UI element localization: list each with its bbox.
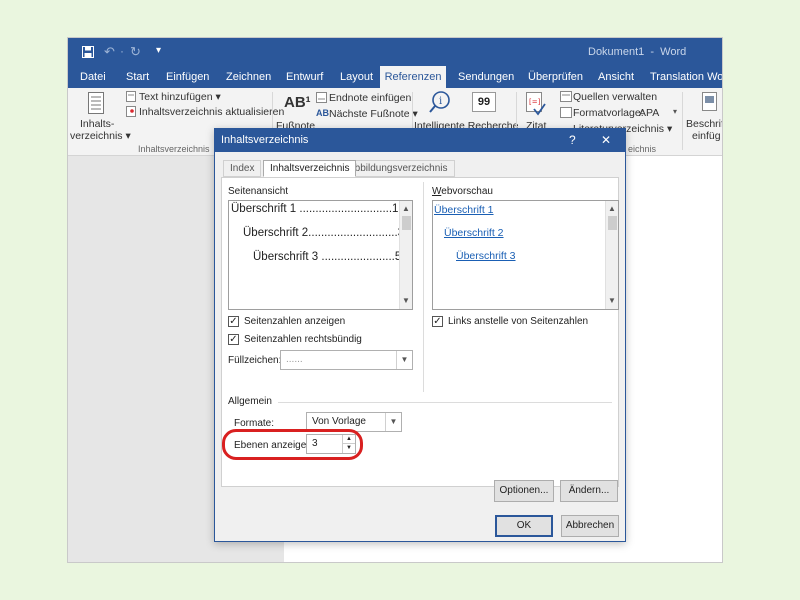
save-icon[interactable] [82,46,94,58]
help-button[interactable]: ? [569,133,576,147]
citations-group-label: eichnis [628,144,657,154]
toc-dialog: Inhaltsverzeichnis ? ✕ Index Inhaltsverz… [214,128,626,542]
insert-caption-button[interactable]: Beschrift [686,118,722,130]
qat-separator: · [120,44,124,58]
next-footnote-icon: AB [316,108,329,118]
smart-lookup-icon: i [429,91,450,113]
web-preview-box: Überschrift 1 Überschrift 2 Überschrift … [432,200,619,310]
show-page-numbers-checkbox[interactable]: ✓ [228,316,239,327]
add-text-button[interactable]: Text hinzufügen ▾ [139,91,221,103]
tab-inhaltsverzeichnis[interactable]: Inhaltsverzeichnis [263,160,357,177]
tab-zeichnen[interactable]: Zeichnen [226,66,271,88]
dialog-title-bar: Inhaltsverzeichnis ? ✕ [215,129,625,152]
redo-icon[interactable]: ↻ [130,44,141,60]
scroll-thumb[interactable] [608,216,617,230]
citation-icon: [=] [526,92,546,116]
tab-referenzen[interactable]: Referenzen [380,66,446,88]
tab-entwurf[interactable]: Entwurf [286,66,323,88]
tab-translation-work[interactable]: Translation Work [650,66,722,88]
insert-caption-button-line2: einfüg [692,130,721,142]
tab-abbildungsverzeichnis[interactable]: Abbildungsverzeichnis [341,160,455,177]
print-preview-box: Überschrift 1 ..........................… [228,200,413,310]
use-hyperlinks-checkbox[interactable]: ✓ [432,316,443,327]
preview-heading-3: Überschrift 3 .......................5 [253,251,402,263]
scroll-up-icon[interactable]: ▲ [400,203,412,215]
scroll-down-icon[interactable]: ▼ [400,295,412,307]
modify-button[interactable]: Ändern... [560,480,618,502]
cancel-button[interactable]: Abbrechen [561,515,619,537]
annotation-highlight [222,429,363,460]
customize-qat-icon[interactable]: ▾ [156,45,161,56]
endnote-icon [316,92,327,103]
formats-label: Formate: [234,418,275,429]
svg-text:i: i [439,96,442,107]
options-button[interactable]: Optionen... [494,480,554,502]
tab-index[interactable]: Index [223,160,262,177]
formats-value: Von Vorlage [312,416,366,427]
ribbon-separator [682,92,683,150]
toc-group-label: Inhaltsverzeichnis [138,144,210,154]
add-text-icon [126,91,136,102]
web-preview-link-2[interactable]: Überschrift 2 [444,227,504,239]
undo-icon[interactable]: ↶ [104,44,115,60]
update-toc-button[interactable]: Inhaltsverzeichnis aktualisieren [139,106,284,118]
tab-leader-label: Füllzeichen: [228,355,282,366]
ok-button[interactable]: OK [495,515,553,537]
tab-ueberpruefen[interactable]: Überprüfen [528,66,583,88]
toc-icon [88,92,104,114]
web-preview-label: Webvorschau [432,186,493,197]
close-button[interactable]: ✕ [601,133,611,147]
citation-style-value[interactable]: APA [639,107,659,119]
scroll-up-icon[interactable]: ▲ [606,203,618,215]
insert-caption-icon [702,92,717,111]
tab-einfuegen[interactable]: Einfügen [166,66,209,88]
tab-layout[interactable]: Layout [340,66,373,88]
tab-sendungen[interactable]: Sendungen [458,66,514,88]
ribbon-tabs: Datei Start Einfügen Zeichnen Entwurf La… [68,66,722,88]
toc-button-label-1: Inhalts- [80,118,115,130]
right-align-checkbox[interactable]: ✓ [228,334,239,345]
print-preview-label: Seitenansicht [228,186,289,197]
preview-heading-2: Überschrift 2...........................… [243,227,405,239]
style-icon [560,107,572,118]
tab-leader-select[interactable]: ...... ▼ [280,350,413,370]
update-toc-icon [126,106,136,117]
chevron-down-icon[interactable]: ▾ [673,107,677,116]
general-divider [278,402,612,403]
manage-sources-icon [560,91,572,102]
tab-start[interactable]: Start [126,66,149,88]
show-page-numbers-label: Seitenzahlen anzeigen [244,316,346,327]
svg-text:[=]: [=] [529,98,541,106]
title-bar: ↶ · ↻ ▾ Dokument1 - Word [68,38,722,66]
tab-ansicht[interactable]: Ansicht [598,66,634,88]
insert-footnote-icon: AB¹ [284,94,311,111]
chevron-down-icon[interactable]: ▼ [396,351,412,369]
web-preview-link-3[interactable]: Überschrift 3 [456,250,516,262]
right-align-label: Seitenzahlen rechtsbündig [244,334,362,345]
tab-datei[interactable]: Datei [80,66,106,88]
tab-leader-value: ...... [286,354,303,365]
preview-heading-1: Überschrift 1 ..........................… [231,203,399,215]
window-title: Dokument1 - Word [588,46,687,58]
insert-endnote-button[interactable]: Endnote einfügen [329,92,411,104]
manage-sources-button[interactable]: Quellen verwalten [573,91,657,103]
next-footnote-button[interactable]: Nächste Fußnote ▾ [329,108,418,120]
toc-button[interactable]: Inhalts- verzeichnis ▾ [68,88,131,144]
scroll-down-icon[interactable]: ▼ [606,295,618,307]
scroll-thumb[interactable] [402,216,411,230]
general-section-label: Allgemein [228,396,272,407]
citation-style-label: Formatvorlage: [573,107,644,119]
web-preview-link-1[interactable]: Überschrift 1 [434,204,494,216]
quote-icon: 99 [472,92,496,112]
print-preview-scrollbar[interactable]: ▲ ▼ [399,201,412,309]
column-divider [423,182,424,392]
web-preview-scrollbar[interactable]: ▲ ▼ [605,201,618,309]
dialog-title: Inhaltsverzeichnis [221,134,309,146]
use-hyperlinks-label: Links anstelle von Seitenzahlen [448,316,589,327]
chevron-down-icon[interactable]: ▼ [385,413,401,431]
toc-button-label-2: verzeichnis ▾ [70,130,131,142]
